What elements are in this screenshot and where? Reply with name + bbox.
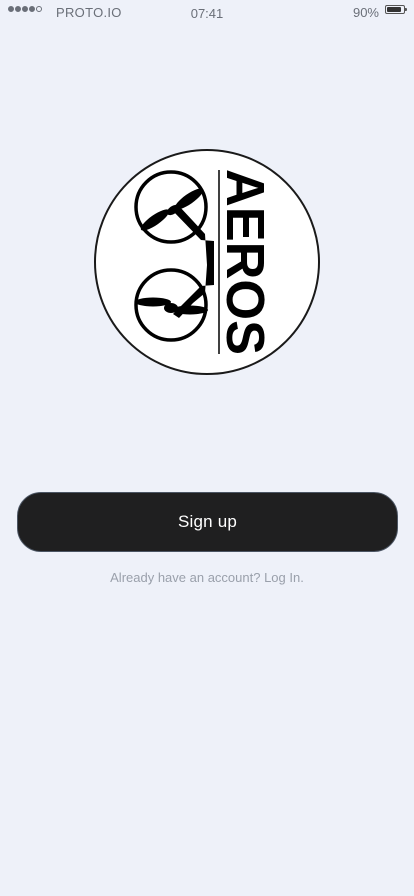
aeros-logo: AEROS — [93, 148, 321, 376]
drone-logo-icon: AEROS — [94, 149, 320, 375]
log-in-link[interactable]: Already have an account? Log In. — [0, 570, 414, 585]
battery-icon — [385, 5, 407, 14]
logo-wordmark: AEROS — [215, 169, 275, 355]
status-bar: PROTO.IO 07:41 90% — [0, 0, 414, 26]
sign-up-button[interactable]: Sign up — [17, 492, 398, 552]
battery-level — [387, 7, 402, 12]
status-time: 07:41 — [190, 6, 224, 21]
battery-percent: 90% — [352, 5, 379, 20]
